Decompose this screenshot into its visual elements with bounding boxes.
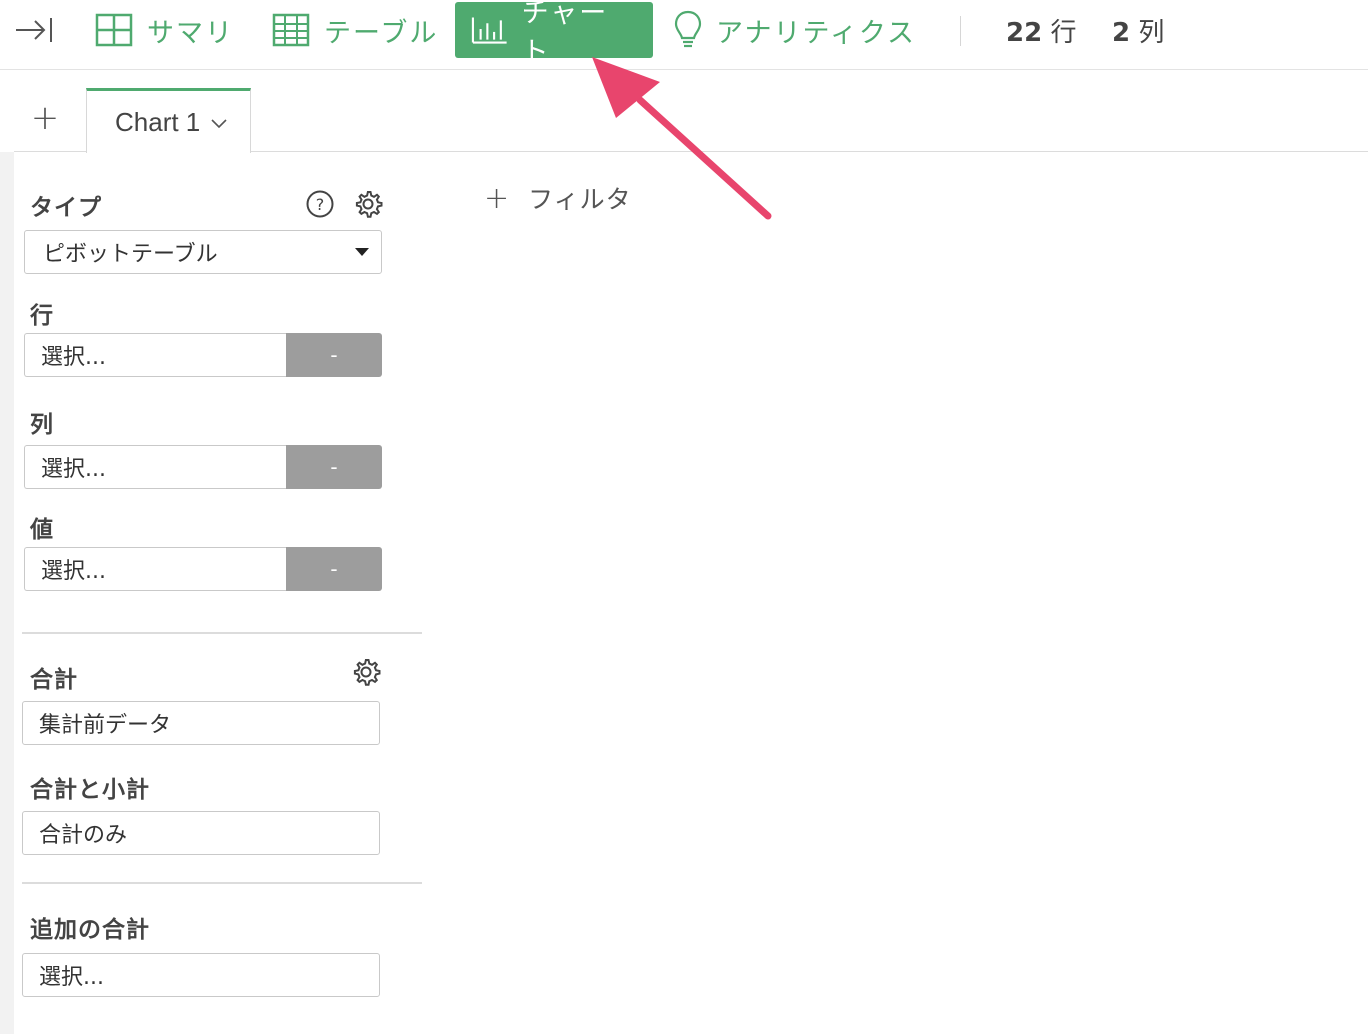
row-count-value: 22 (1006, 18, 1043, 48)
extra-total-label: 追加の合計 (30, 917, 150, 943)
chart-type-value: ピボットテーブル (43, 242, 218, 267)
add-chart-button[interactable]: + (14, 86, 76, 150)
chart-type-select[interactable]: ピボットテーブル (24, 230, 382, 274)
column-count-unit: 列 (1138, 18, 1165, 48)
chart-tab-strip: + Chart 1 (14, 70, 1368, 153)
row-remove-button[interactable]: - (286, 333, 382, 377)
table-icon (272, 13, 310, 47)
nav-table[interactable]: テーブル (272, 2, 438, 58)
type-label: タイプ (30, 195, 102, 221)
nav-analytics-label: アナリティクス (716, 17, 917, 49)
tab-chart-1-label: Chart 1 (115, 106, 201, 137)
column-remove-button[interactable]: - (286, 445, 382, 489)
lightbulb-icon (674, 10, 702, 48)
column-count: 2 列 (1112, 12, 1164, 49)
nav-chart[interactable]: チャート (455, 0, 653, 68)
add-filter-label: フィルタ (528, 185, 632, 214)
nav-summary[interactable]: サマリ (95, 2, 234, 58)
nav-chart-label: チャート (521, 0, 609, 68)
column-label: 列 (30, 412, 54, 438)
subtotal-select[interactable]: 合計のみ (22, 811, 380, 855)
annotation-arrow (592, 57, 772, 220)
row-label: 行 (30, 303, 54, 329)
nav-analytics[interactable]: アナリティクス (674, 2, 916, 58)
gear-icon[interactable] (353, 189, 383, 219)
total-label: 合計 (30, 667, 78, 693)
svg-text:?: ? (316, 195, 325, 214)
section-divider (22, 632, 422, 634)
value-remove-button[interactable]: - (286, 547, 382, 591)
nav-table-label: テーブル (324, 17, 439, 49)
value-label: 値 (30, 517, 54, 543)
help-icon[interactable]: ? (305, 189, 335, 219)
value-selector: 選択... - (24, 547, 382, 591)
plus-icon: + (484, 180, 511, 216)
column-selector: 選択... - (24, 445, 382, 489)
summary-grid-icon (95, 13, 133, 47)
collapse-panel-icon[interactable] (14, 14, 54, 46)
bar-chart-icon (471, 17, 507, 44)
top-toolbar: サマリ テーブル チャート アナリティクス 22 行 2 列 (0, 0, 1368, 70)
value-select-input[interactable]: 選択... (24, 547, 286, 591)
left-panel-edge (0, 152, 14, 1034)
add-filter-button[interactable]: + フィルタ (484, 180, 632, 216)
column-select-input[interactable]: 選択... (24, 445, 286, 489)
row-count: 22 行 (1006, 12, 1076, 49)
row-count-unit: 行 (1050, 18, 1077, 48)
row-select-input[interactable]: 選択... (24, 333, 286, 377)
total-select[interactable]: 集計前データ (22, 701, 380, 745)
column-count-value: 2 (1112, 18, 1131, 48)
dropdown-arrow-icon (355, 248, 369, 256)
extra-total-select[interactable]: 選択... (22, 953, 380, 997)
row-selector: 選択... - (24, 333, 382, 377)
tab-chart-1[interactable]: Chart 1 (86, 88, 251, 153)
toolbar-divider (960, 16, 961, 46)
chevron-down-icon[interactable] (210, 117, 228, 129)
subtotal-label: 合計と小計 (30, 777, 150, 803)
nav-summary-label: サマリ (147, 17, 234, 49)
section-divider-2 (22, 882, 422, 884)
total-gear-icon[interactable] (351, 657, 381, 687)
